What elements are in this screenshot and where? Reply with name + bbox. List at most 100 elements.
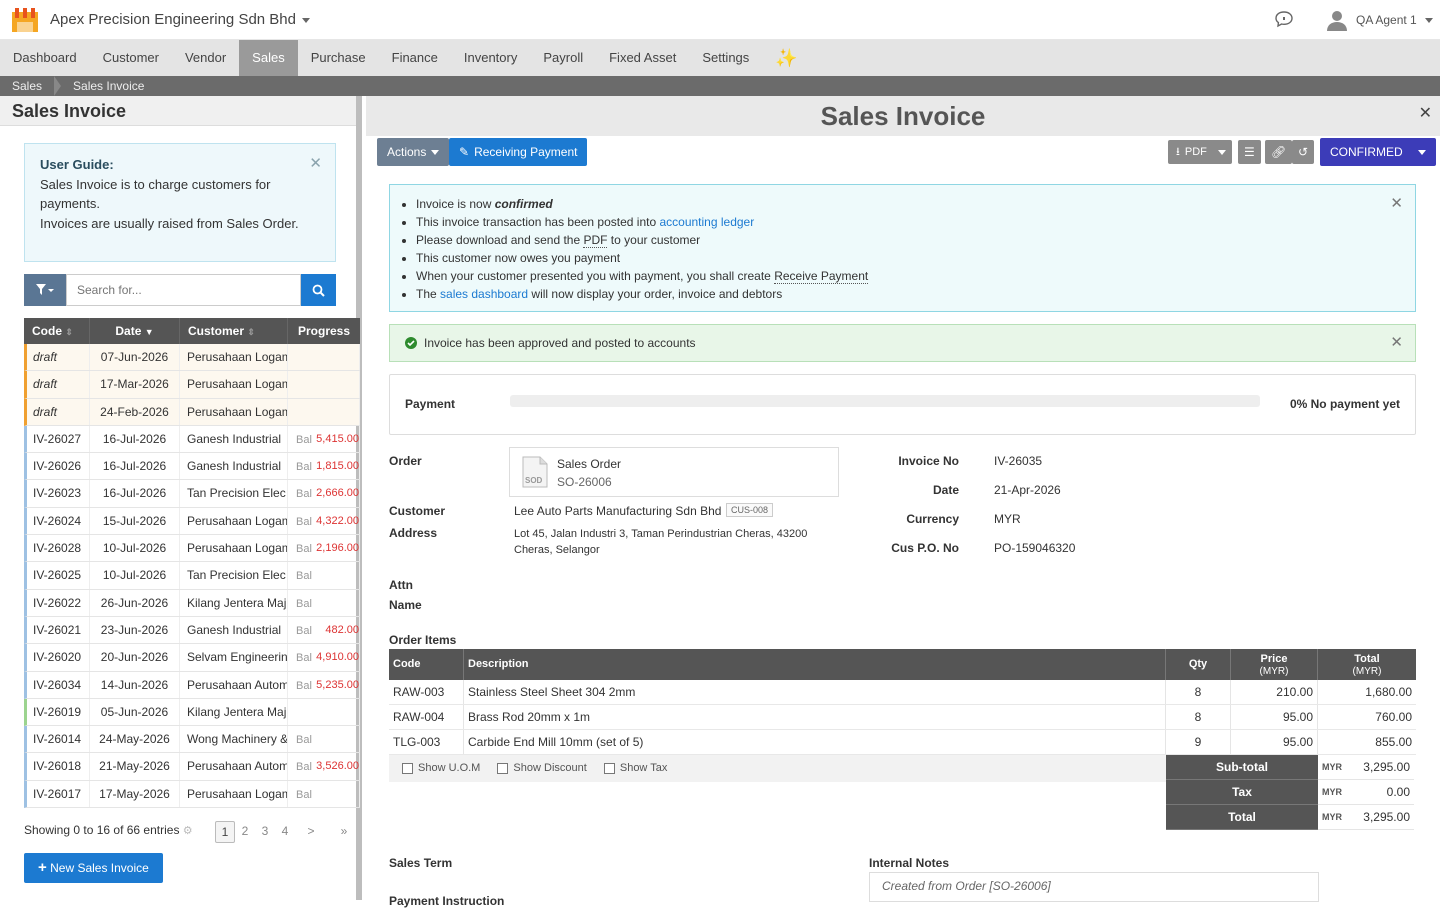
search-input[interactable] — [66, 274, 301, 306]
total-row: Total MYR 3,295.00 — [1166, 805, 1414, 830]
item-row[interactable]: RAW-003 Stainless Steel Sheet 304 2mm 8 210… — [389, 680, 1416, 705]
table-row[interactable]: IV-26025 10-Jul-2026 Tan Precision Elec Bal… — [24, 562, 360, 590]
nav-payroll[interactable]: Payroll — [530, 40, 596, 76]
row-code: IV-26027 — [27, 425, 90, 453]
nav-inventory[interactable]: Inventory — [451, 40, 530, 76]
table-row[interactable]: IV-26022 26-Jun-2026 Kilang Jentera Maj Bal… — [24, 589, 360, 617]
page-2[interactable]: 2 — [235, 821, 255, 843]
sales-term-label: Sales Term — [389, 856, 453, 870]
plus-icon: + — [38, 859, 47, 876]
close-icon[interactable]: ✕ — [309, 154, 322, 174]
payment-box: Payment 0% No payment yet — [389, 374, 1416, 435]
sales-dashboard-link[interactable]: sales dashboard — [440, 287, 528, 301]
page-4[interactable]: 4 — [275, 821, 295, 843]
user-guide-box: User Guide: Sales Invoice is to charge c… — [24, 143, 336, 262]
close-icon[interactable]: ✕ — [1419, 103, 1432, 123]
col-code[interactable]: Code ⇕ — [24, 318, 90, 344]
col-customer[interactable]: Customer ⇕ — [180, 318, 288, 344]
detail-title: Sales Invoice — [366, 96, 1440, 136]
chat-icon[interactable] — [1274, 10, 1294, 28]
page-3[interactable]: 3 — [255, 821, 275, 843]
main-nav: Dashboard Customer Vendor Sales Purchase… — [0, 40, 1440, 76]
page-last[interactable]: » — [327, 821, 361, 843]
new-sales-invoice-button[interactable]: + New Sales Invoice — [24, 853, 163, 883]
table-row[interactable]: IV-26034 14-Jun-2026 Perusahaan Autom Bal 5,… — [24, 671, 360, 699]
nav-vendor[interactable]: Vendor — [172, 40, 239, 76]
nav-sales[interactable]: Sales — [239, 40, 298, 76]
internal-notes-label: Internal Notes — [869, 856, 950, 870]
pdf-dropdown-button[interactable] — [1212, 140, 1232, 164]
item-row[interactable]: TLG-003 Carbide End Mill 10mm (set of 5) 9… — [389, 730, 1416, 755]
search-button[interactable] — [301, 274, 336, 306]
status-confirmed-button[interactable]: CONFIRMED — [1320, 138, 1436, 166]
accounting-ledger-link[interactable]: accounting ledger — [659, 215, 754, 229]
payment-instruction-label: Payment Instruction — [389, 894, 505, 908]
sales-order-card[interactable]: SOD Sales Order SO-26006 — [509, 447, 839, 497]
customer-name[interactable]: Lee Auto Parts Manufacturing Sdn Bhd — [514, 504, 721, 518]
sparkle-icon[interactable]: ✨ — [762, 40, 810, 76]
nav-settings[interactable]: Settings — [689, 40, 762, 76]
invoice-no-label: Invoice No — [898, 454, 959, 468]
row-customer: Perusahaan Logam — [180, 507, 288, 535]
pdf-link[interactable]: PDF — [583, 233, 608, 248]
info-line: This customer now owes you payment — [416, 249, 1389, 267]
row-customer: Kilang Jentera Maj — [180, 698, 288, 726]
row-date: 10-Jul-2026 — [90, 535, 180, 562]
receive-payment-link[interactable]: Receive Payment — [774, 269, 869, 284]
history-button[interactable]: ↺ — [1292, 140, 1315, 164]
breadcrumb: Sales Sales Invoice — [0, 76, 1440, 96]
user-menu[interactable]: QA Agent 1 — [1326, 8, 1433, 32]
show-tax-checkbox[interactable]: Show Tax — [603, 762, 667, 774]
table-row[interactable]: IV-2601424-May-2026Wong Machinery &Bal12… — [24, 726, 360, 754]
page-next[interactable]: > — [295, 821, 327, 843]
nav-dashboard[interactable]: Dashboard — [0, 40, 90, 76]
list-panel-title: Sales Invoice — [0, 96, 356, 126]
table-row[interactable]: draft 07-Jun-2026 Perusahaan Logam — [24, 344, 360, 372]
table-row[interactable]: IV-26021 23-Jun-2026 Ganesh Industrial Bal 4… — [24, 616, 360, 645]
table-row[interactable]: IV-26018 21-May-2026 Perusahaan Autom Bal 3,… — [24, 753, 360, 781]
col-date[interactable]: Date ▼ — [90, 318, 180, 344]
table-row[interactable]: draft 24-Feb-2026 Perusahaan Logam — [24, 398, 360, 426]
show-discount-checkbox[interactable]: Show Discount — [497, 762, 587, 774]
show-uom-checkbox[interactable]: Show U.O.M — [402, 762, 480, 774]
table-row[interactable]: draft 17-Mar-2026 Perusahaan Logam — [24, 371, 360, 399]
col-item-qty: Qty — [1166, 649, 1231, 680]
company-switcher[interactable]: Apex Precision Engineering Sdn Bhd — [50, 11, 310, 28]
row-code: draft — [27, 398, 90, 425]
nav-finance[interactable]: Finance — [379, 40, 451, 76]
col-progress[interactable]: Progress — [288, 318, 360, 344]
page-1[interactable]: 1 — [215, 821, 235, 843]
breadcrumb-sales[interactable]: Sales — [0, 79, 54, 93]
filter-button[interactable] — [24, 274, 66, 306]
link-button[interactable]: 🔗︎ — [1265, 140, 1293, 164]
close-icon[interactable]: ✕ — [1390, 195, 1403, 213]
row-date: 05-Jun-2026 — [90, 698, 180, 726]
table-row[interactable]: IV-26023 16-Jul-2026 Tan Precision Elec Bal… — [24, 480, 360, 508]
order-items-label: Order Items — [389, 633, 457, 647]
row-customer: Perusahaan Autom — [180, 753, 288, 780]
actions-button[interactable]: Actions — [377, 138, 450, 166]
table-row[interactable]: IV-26026 16-Jul-2026 Ganesh Industrial Bal 1… — [24, 453, 360, 481]
table-row[interactable]: IV-26020 20-Jun-2026 Selvam Engineering Bal… — [24, 644, 360, 672]
app-logo-icon[interactable] — [12, 8, 38, 32]
breadcrumb-sales-invoice[interactable]: Sales Invoice — [61, 79, 156, 93]
settings-icon[interactable]: ⚙ — [183, 825, 193, 837]
receiving-payment-button[interactable]: ✎ Receiving Payment — [449, 138, 588, 166]
close-icon[interactable]: ✕ — [1390, 325, 1403, 361]
item-code: TLG-003 — [389, 730, 464, 754]
item-row[interactable]: RAW-004 Brass Rod 20mm x 1m 8 95.00 760.00 — [389, 705, 1416, 730]
item-total: 855.00 — [1375, 735, 1412, 749]
nav-fixed-asset[interactable]: Fixed Asset — [596, 40, 689, 76]
table-row[interactable]: IV-26028 10-Jul-2026 Perusahaan Logam Bal 2,… — [24, 535, 360, 563]
nav-purchase[interactable]: Purchase — [298, 40, 379, 76]
table-row[interactable]: IV-26019 05-Jun-2026 Kilang Jentera Maj — [24, 698, 360, 727]
table-row[interactable]: IV-26027 16-Jul-2026 Ganesh Industrial Bal 5… — [24, 425, 360, 454]
nav-customer[interactable]: Customer — [90, 40, 172, 76]
order-doc-no: SO-26006 — [557, 475, 612, 489]
internal-notes-field[interactable]: Created from Order [SO-26006] — [869, 872, 1319, 902]
table-row[interactable]: IV-2601717-May-2026Perusahaan LogamBal30… — [24, 780, 360, 809]
pdf-button[interactable]: ⭳ PDF — [1168, 140, 1215, 164]
info-line: The sales dashboard will now display you… — [416, 285, 1389, 303]
list-button[interactable]: ☰ — [1238, 140, 1261, 164]
table-row[interactable]: IV-26024 15-Jul-2026 Perusahaan Logam Bal 4,… — [24, 507, 360, 536]
